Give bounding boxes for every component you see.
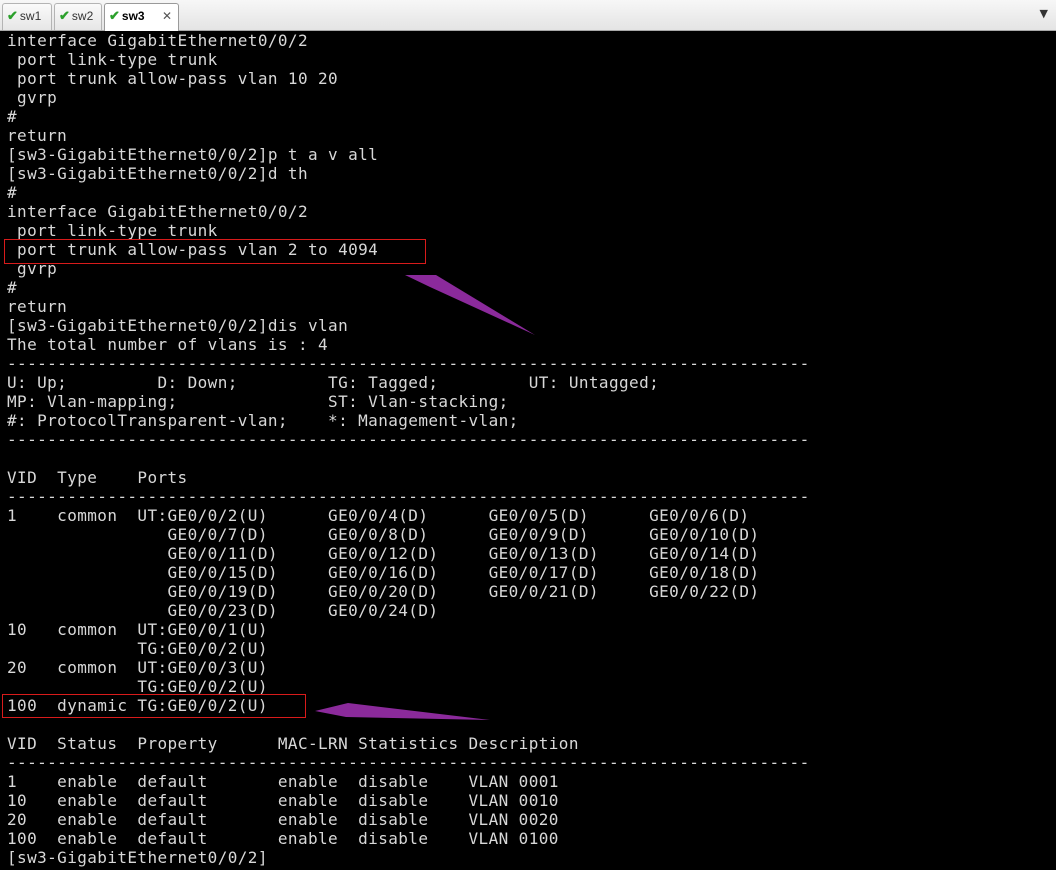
terminal-text: interface GigabitEthernet0/0/2 port link… xyxy=(7,31,810,867)
terminal-line: port trunk allow-pass vlan 10 20 xyxy=(7,69,339,88)
close-icon[interactable]: ✕ xyxy=(162,4,172,28)
connected-check-icon: ✔ xyxy=(59,8,70,23)
tab-label: sw1 xyxy=(19,9,42,23)
terminal-line: 10 enable default enable disable VLAN 00… xyxy=(7,791,559,810)
terminal-line: GE0/0/11(D) GE0/0/12(D) GE0/0/13(D) GE0/… xyxy=(7,544,760,563)
terminal-line: 20 enable default enable disable VLAN 00… xyxy=(7,810,559,829)
tab-label: sw3 xyxy=(121,9,145,23)
terminal-line: ----------------------------------------… xyxy=(7,753,810,772)
terminal-line: [sw3-GigabitEthernet0/0/2]dis vlan xyxy=(7,316,349,335)
terminal-line: return xyxy=(7,126,68,145)
terminal-line: 1 enable default enable disable VLAN 000… xyxy=(7,772,559,791)
terminal-line: interface GigabitEthernet0/0/2 xyxy=(7,31,308,50)
terminal-line: [sw3-GigabitEthernet0/0/2]p t a v all xyxy=(7,145,379,164)
terminal-line: ----------------------------------------… xyxy=(7,430,810,449)
terminal-line: 100 enable default enable disable VLAN 0… xyxy=(7,829,559,848)
terminal-line: TG:GE0/0/2(U) xyxy=(7,677,268,696)
terminal-line: port trunk allow-pass vlan 2 to 4094 xyxy=(7,240,379,259)
terminal-line: 20 common UT:GE0/0/3(U) xyxy=(7,658,268,677)
session-tab-bar: ✔ sw1 ✔ sw2 ✔ sw3 ✕ ▼ xyxy=(0,0,1056,31)
terminal-line: GE0/0/7(D) GE0/0/8(D) GE0/0/9(D) GE0/0/1… xyxy=(7,525,760,544)
terminal-line: ----------------------------------------… xyxy=(7,354,810,373)
terminal-line: The total number of vlans is : 4 xyxy=(7,335,329,354)
terminal-line: 100 dynamic TG:GE0/0/2(U) xyxy=(7,696,268,715)
terminal-line: interface GigabitEthernet0/0/2 xyxy=(7,202,308,221)
terminal-line: # xyxy=(7,278,18,297)
terminal-line: port link-type trunk xyxy=(7,221,218,240)
terminal-line: VID Type Ports xyxy=(7,468,188,487)
connected-check-icon: ✔ xyxy=(7,8,18,23)
terminal-line: MP: Vlan-mapping; ST: Vlan-stacking; xyxy=(7,392,509,411)
terminal-line: [sw3-GigabitEthernet0/0/2] xyxy=(7,848,268,867)
connected-check-icon: ✔ xyxy=(109,8,120,23)
terminal-line: [sw3-GigabitEthernet0/0/2]d th xyxy=(7,164,308,183)
tab-sw1[interactable]: ✔ sw1 xyxy=(2,3,52,30)
terminal-line: gvrp xyxy=(7,88,58,107)
terminal-line: GE0/0/15(D) GE0/0/16(D) GE0/0/17(D) GE0/… xyxy=(7,563,760,582)
tab-list-dropdown-icon[interactable]: ▼ xyxy=(1040,7,1048,20)
terminal-line: #: ProtocolTransparent-vlan; *: Manageme… xyxy=(7,411,519,430)
terminal-line: return xyxy=(7,297,68,316)
terminal-line: GE0/0/19(D) GE0/0/20(D) GE0/0/21(D) GE0/… xyxy=(7,582,760,601)
terminal-line: 1 common UT:GE0/0/2(U) GE0/0/4(D) GE0/0/… xyxy=(7,506,750,525)
terminal-line: port link-type trunk xyxy=(7,50,218,69)
terminal-line: 10 common UT:GE0/0/1(U) xyxy=(7,620,268,639)
terminal-line: GE0/0/23(D) GE0/0/24(D) xyxy=(7,601,439,620)
terminal-line: # xyxy=(7,107,18,126)
terminal-line: ----------------------------------------… xyxy=(7,487,810,506)
terminal-line: U: Up; D: Down; TG: Tagged; UT: Untagged… xyxy=(7,373,660,392)
tab-sw2[interactable]: ✔ sw2 xyxy=(54,3,102,30)
terminal-line: TG:GE0/0/2(U) xyxy=(7,639,268,658)
terminal-output[interactable]: interface GigabitEthernet0/0/2 port link… xyxy=(0,31,1056,870)
tab-label: sw2 xyxy=(71,9,94,23)
terminal-line: # xyxy=(7,183,18,202)
tab-sw3[interactable]: ✔ sw3 ✕ xyxy=(104,3,179,31)
terminal-line: gvrp xyxy=(7,259,58,278)
terminal-line: VID Status Property MAC-LRN Statistics D… xyxy=(7,734,579,753)
